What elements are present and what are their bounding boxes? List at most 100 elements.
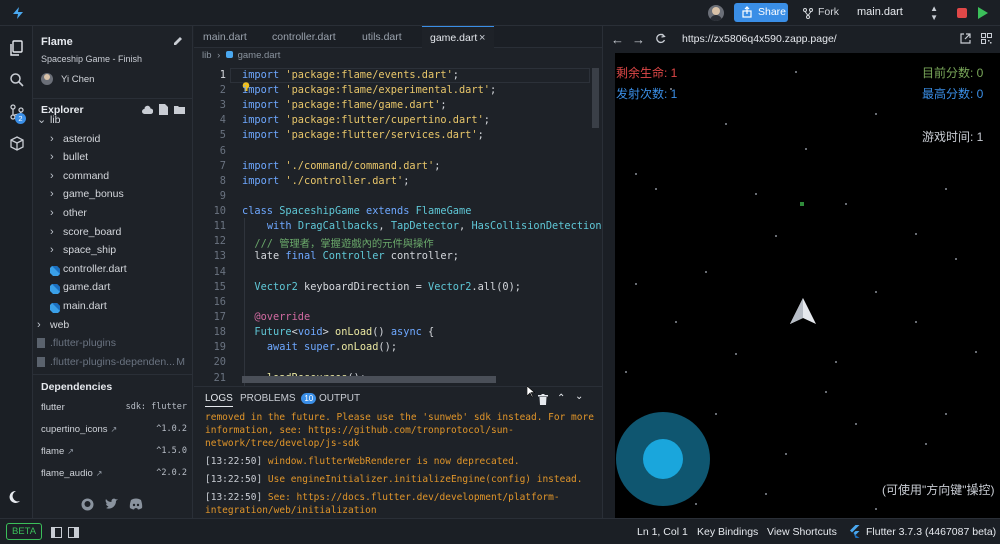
tree-item-label: .flutter-plugins-dependen... (50, 355, 175, 368)
forward-arrow-icon[interactable]: → (632, 32, 645, 47)
layout-toggle-icon[interactable] (51, 527, 62, 541)
dependency-item[interactable]: flutter sdk: flutter (41, 402, 187, 418)
back-arrow-icon[interactable]: ← (611, 32, 624, 47)
line-number: 1 (219, 69, 226, 81)
star (835, 361, 837, 363)
run-button[interactable] (977, 6, 989, 20)
line-number: 15 (213, 281, 226, 293)
panel-toggle-icon[interactable] (68, 527, 79, 541)
game-canvas[interactable]: 剩余生命: 1 发射次数: 1 目前分数: 0 最高分数: 0 游戏时间: 1 … (615, 53, 1000, 518)
sidebar: Flame Spaceship Game - Finish Yi Chen Ex… (33, 26, 193, 518)
star (875, 508, 877, 510)
breadcrumb-lib[interactable]: lib (202, 50, 212, 61)
tree-item[interactable]: .flutter-plugins (33, 334, 192, 352)
external-link-icon[interactable]: ↗ (67, 447, 74, 456)
zapp-logo-icon[interactable] (10, 5, 26, 21)
code-line: import './controller.dart'; (242, 175, 410, 187)
packages-icon[interactable] (9, 136, 25, 152)
theme-moon-icon[interactable] (9, 489, 25, 505)
beta-badge[interactable]: BETA (6, 523, 42, 540)
line-number: 14 (213, 266, 226, 278)
external-link-icon[interactable]: ↗ (96, 469, 103, 478)
stop-button[interactable] (957, 8, 967, 18)
share-button[interactable]: Share (734, 3, 788, 22)
vertical-scrollbar[interactable] (592, 68, 599, 128)
tree-item[interactable]: ⌄ lib (33, 115, 192, 129)
shots-counter: 发射次数: 1 (616, 87, 678, 101)
preview-url[interactable]: https://zx5806q4x590.zapp.page/ (682, 33, 837, 45)
star (775, 235, 777, 237)
close-icon[interactable]: × (479, 27, 485, 49)
line-number: 20 (213, 356, 226, 368)
twitter-icon[interactable] (105, 498, 119, 513)
tab-controller-dart[interactable]: controller.dart (272, 26, 352, 48)
tree-item[interactable]: › game_bonus (33, 185, 192, 203)
joystick-knob[interactable] (643, 439, 683, 479)
github-icon[interactable] (81, 498, 94, 514)
game-timer: 游戏时间: 1 (922, 130, 984, 144)
external-link-icon[interactable]: ↗ (111, 425, 118, 434)
line-number: 12 (213, 235, 226, 247)
tree-item-label: bullet (63, 151, 89, 164)
dependency-item[interactable]: cupertino_icons ↗ ^1.0.2 (41, 424, 187, 440)
star (945, 188, 947, 190)
discord-icon[interactable] (129, 498, 143, 513)
tab-output[interactable]: OUTPUT (319, 393, 360, 404)
code-area[interactable]: 1 2 3 4 5 6 7 8 9 10 11 12 13 14 15 16 17 18 19 20 21 import… (194, 66, 608, 386)
dart-file-icon (50, 264, 60, 276)
dependency-item[interactable]: flame_audio ↗ ^2.0.2 (41, 468, 187, 484)
chevron-down-icon[interactable]: ⌄ (575, 391, 583, 402)
code-line: import 'package:flame/experimental.dart'… (242, 84, 497, 96)
qr-code-icon[interactable] (981, 33, 992, 47)
flutter-version[interactable]: Flutter 3.7.3 (4467087 beta) (866, 526, 996, 538)
tree-item[interactable]: controller.dart (33, 260, 192, 278)
refresh-icon[interactable] (655, 33, 666, 47)
joystick-base[interactable] (616, 412, 710, 506)
problems-count-badge: 10 (301, 393, 317, 404)
chevron-right-icon: › (50, 225, 54, 238)
social-links (33, 496, 192, 516)
key-bindings-link[interactable]: Key Bindings (697, 526, 758, 538)
log-output: removed in the future. Please use the 's… (194, 411, 602, 519)
tab-logs[interactable]: LOGS (205, 393, 233, 407)
tree-item[interactable]: › command (33, 167, 192, 185)
tree-item[interactable]: › other (33, 204, 192, 222)
tab-main-dart[interactable]: main.dart (203, 26, 263, 48)
chevron-up-icon[interactable]: ⌃ (557, 393, 565, 404)
horizontal-scrollbar[interactable] (242, 376, 496, 383)
line-number: 16 (213, 296, 226, 308)
mouse-cursor (526, 385, 536, 398)
tree-item[interactable]: › web (33, 316, 192, 334)
star (855, 423, 857, 425)
trash-icon[interactable] (538, 394, 548, 405)
file-select[interactable]: main.dart ▲ ▼ (852, 3, 942, 22)
tab-label: utils.dart (362, 31, 402, 43)
tree-item[interactable]: .flutter-plugins-dependen... M (33, 353, 192, 371)
open-external-icon[interactable] (960, 33, 971, 47)
high-score-counter: 最高分数: 0 (922, 87, 984, 101)
breadcrumb-file[interactable]: game.dart (238, 50, 281, 61)
search-icon[interactable] (9, 72, 25, 88)
fork-icon (803, 7, 813, 26)
line-number: 5 (219, 129, 226, 141)
tree-item[interactable]: › asteroid (33, 130, 192, 148)
tab-game-dart[interactable]: game.dart × (422, 26, 494, 48)
tree-item[interactable]: main.dart (33, 297, 192, 315)
tree-item[interactable]: game.dart (33, 278, 192, 296)
tree-item[interactable]: › bullet (33, 148, 192, 166)
files-icon[interactable] (9, 40, 25, 56)
fork-button[interactable]: Fork (800, 3, 844, 22)
edit-icon[interactable] (173, 36, 183, 46)
tab-utils-dart[interactable]: utils.dart (362, 26, 422, 48)
user-avatar[interactable] (708, 5, 724, 21)
dependency-item[interactable]: flame ↗ ^1.5.0 (41, 446, 187, 462)
tree-item[interactable]: › score_board (33, 223, 192, 241)
tree-item[interactable]: › space_ship (33, 241, 192, 259)
line-number: 2 (219, 84, 226, 96)
tab-problems[interactable]: PROBLEMS 10 (240, 393, 317, 404)
source-control-icon[interactable]: 2 (9, 104, 27, 124)
share-label: Share (758, 6, 787, 18)
status-bar: BETA Ln 1, Col 1 Key Bindings View Short… (0, 518, 1000, 544)
cursor-position[interactable]: Ln 1, Col 1 (637, 526, 688, 538)
view-shortcuts-link[interactable]: View Shortcuts (767, 526, 837, 538)
